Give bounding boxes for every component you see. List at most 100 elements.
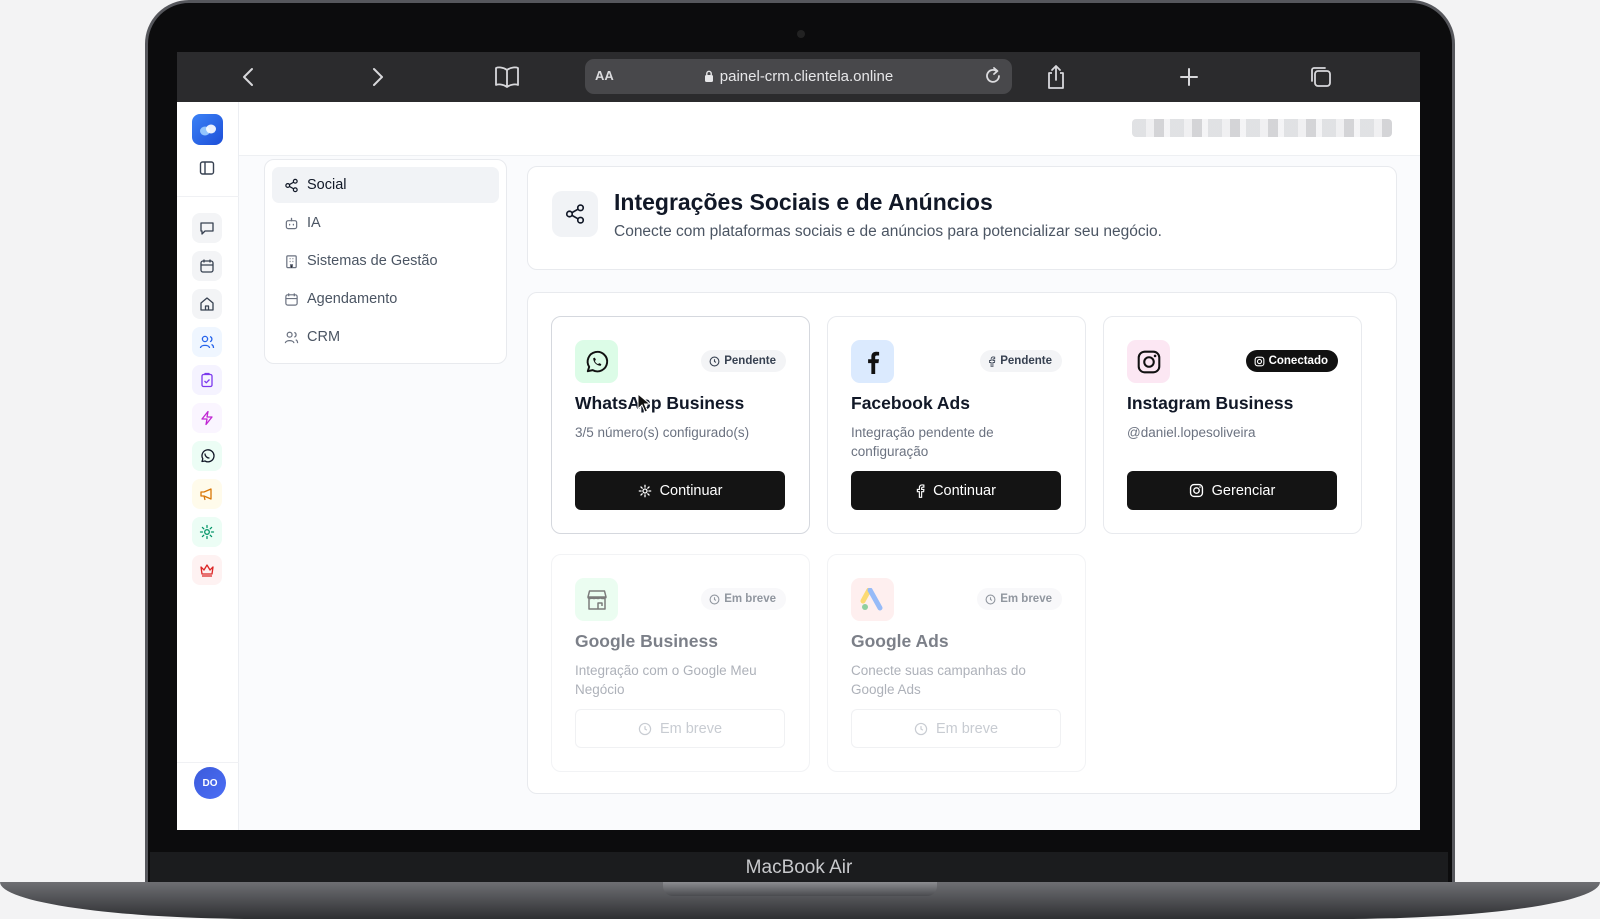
- integration-name: Google Ads: [851, 631, 949, 651]
- laptop-brand-strip: MacBook Air: [150, 852, 1448, 884]
- nav-item-agendamento[interactable]: Agendamento: [272, 281, 499, 317]
- manage-button[interactable]: Gerenciar: [1127, 471, 1337, 510]
- clock-icon: [709, 594, 720, 604]
- screen: AA painel-crm.clientela.online DO Social…: [177, 52, 1420, 830]
- button-label: Em breve: [935, 720, 999, 737]
- button-label: Gerenciar: [1211, 482, 1276, 499]
- reload-icon[interactable]: [982, 65, 1004, 87]
- back-icon[interactable]: [235, 64, 261, 90]
- nav-item-label: Social: [307, 177, 347, 193]
- status-badge: Em breve: [977, 588, 1062, 610]
- chat-icon[interactable]: [192, 213, 222, 243]
- nav-item-label: IA: [307, 215, 321, 231]
- facebook-icon: [916, 484, 925, 498]
- clock-icon: [638, 722, 652, 735]
- settings-gear-icon[interactable]: [192, 517, 222, 547]
- integration-name: WhatsApp Business: [575, 393, 745, 413]
- integration-name: Facebook Ads: [851, 393, 970, 413]
- users-icon[interactable]: [192, 327, 222, 357]
- continue-button[interactable]: Continuar: [575, 471, 785, 510]
- integration-description: @daniel.lopesoliveira: [1127, 425, 1256, 440]
- mouse-cursor-icon: [637, 393, 651, 413]
- tabs-overview-icon[interactable]: [1308, 64, 1334, 90]
- megaphone-icon[interactable]: [192, 479, 222, 509]
- status-badge: Conectado: [1245, 350, 1338, 372]
- integration-description: Conecte suas campanhas do Google Ads: [851, 663, 1026, 697]
- calendar-icon[interactable]: [192, 251, 222, 281]
- page-header-card: Integrações Sociais e de Anúncios Conect…: [527, 166, 1397, 270]
- address-text-row: painel-crm.clientela.online: [585, 68, 1012, 85]
- rail-divider: [177, 196, 239, 197]
- integration-name: Instagram Business: [1127, 393, 1294, 413]
- button-label: Em breve: [659, 720, 723, 737]
- instagram-icon: [1127, 340, 1170, 383]
- status-badge-label: Em breve: [724, 593, 776, 605]
- nav-item-ia[interactable]: IA: [272, 205, 499, 241]
- share-icon[interactable]: [1043, 64, 1069, 90]
- clock-icon: [709, 356, 720, 366]
- crown-icon[interactable]: [192, 555, 222, 585]
- new-tab-icon[interactable]: [1176, 64, 1202, 90]
- nav-item-label: Sistemas de Gestão: [307, 253, 438, 269]
- integration-description: Integração com o Google Meu Negócio: [575, 663, 757, 697]
- coming-soon-button: Em breve: [851, 709, 1061, 748]
- clock-icon: [985, 594, 996, 604]
- storefront-icon: [575, 578, 618, 621]
- clipboard-check-icon[interactable]: [192, 365, 222, 395]
- status-badge: Em breve: [701, 588, 786, 610]
- nav-item-sistemas-de-gestao[interactable]: Sistemas de Gestão: [272, 243, 499, 279]
- integration-card-facebook-ads[interactable]: Pendente Facebook Ads Integração pendent…: [827, 316, 1086, 534]
- app-sidebar: DO: [177, 102, 239, 830]
- calendar-icon: [285, 292, 298, 306]
- whatsapp-icon: [575, 340, 618, 383]
- facebook-icon: [989, 356, 996, 367]
- lock-icon: [704, 70, 713, 82]
- integration-name: Google Business: [575, 631, 718, 651]
- app-topbar: [239, 102, 1420, 156]
- google-ads-icon: [851, 578, 894, 621]
- coming-soon-button: Em breve: [575, 709, 785, 748]
- integrations-grid: Pendente WhatsApp Business 3/5 número(s)…: [527, 292, 1397, 794]
- sidebar-toggle-icon[interactable]: [199, 160, 215, 181]
- integration-card-instagram-business[interactable]: Conectado Instagram Business @daniel.lop…: [1103, 316, 1362, 534]
- integration-card-whatsapp[interactable]: Pendente WhatsApp Business 3/5 número(s)…: [551, 316, 810, 534]
- status-badge-label: Conectado: [1268, 355, 1328, 367]
- status-badge-label: Pendente: [724, 355, 776, 367]
- bot-icon: [285, 217, 298, 229]
- integration-card-google-ads: Em breve Google Ads Conecte suas campanh…: [827, 554, 1086, 772]
- status-badge-label: Em breve: [1000, 593, 1052, 605]
- rail-bottom-divider: [177, 762, 239, 763]
- status-badge: Pendente: [701, 350, 786, 372]
- whatsapp-icon[interactable]: [192, 441, 222, 471]
- users-icon: [284, 331, 299, 343]
- forward-icon[interactable]: [365, 64, 391, 90]
- nav-item-crm[interactable]: CRM: [272, 319, 499, 355]
- button-label: Continuar: [933, 482, 996, 499]
- share-icon: [552, 191, 598, 237]
- app-logo-icon[interactable]: [192, 114, 223, 145]
- instagram-icon: [1254, 356, 1264, 366]
- bookmarks-icon[interactable]: [494, 64, 520, 90]
- status-badge-label: Pendente: [1000, 355, 1052, 367]
- building-icon: [286, 254, 297, 268]
- address-bar[interactable]: AA painel-crm.clientela.online: [585, 59, 1012, 94]
- share-icon: [285, 178, 298, 192]
- continue-button[interactable]: Continuar: [851, 471, 1061, 510]
- camera-dot: [797, 30, 805, 38]
- home-icon[interactable]: [192, 289, 222, 319]
- nav-item-label: CRM: [307, 329, 341, 345]
- facebook-icon: [851, 340, 894, 383]
- page-subtitle: Conecte com plataformas sociais e de anú…: [614, 223, 1162, 240]
- zap-icon[interactable]: [192, 403, 222, 433]
- nav-item-label: Agendamento: [307, 291, 398, 307]
- nav-item-social[interactable]: Social: [272, 167, 499, 203]
- integration-card-google-business: Em breve Google Business Integração com …: [551, 554, 810, 772]
- url-text: painel-crm.clientela.online: [719, 68, 894, 85]
- browser-toolbar: AA painel-crm.clientela.online: [177, 52, 1420, 102]
- page-title: Integrações Sociais e de Anúncios: [614, 189, 993, 215]
- integration-description: Integração pendente de configuração: [851, 425, 994, 459]
- device-brand-label: MacBook Air: [745, 857, 853, 878]
- user-avatar[interactable]: DO: [194, 767, 226, 799]
- settings-nav: Social IA Sistemas de Gestão Agendamento…: [264, 159, 507, 364]
- instagram-icon: [1189, 483, 1203, 498]
